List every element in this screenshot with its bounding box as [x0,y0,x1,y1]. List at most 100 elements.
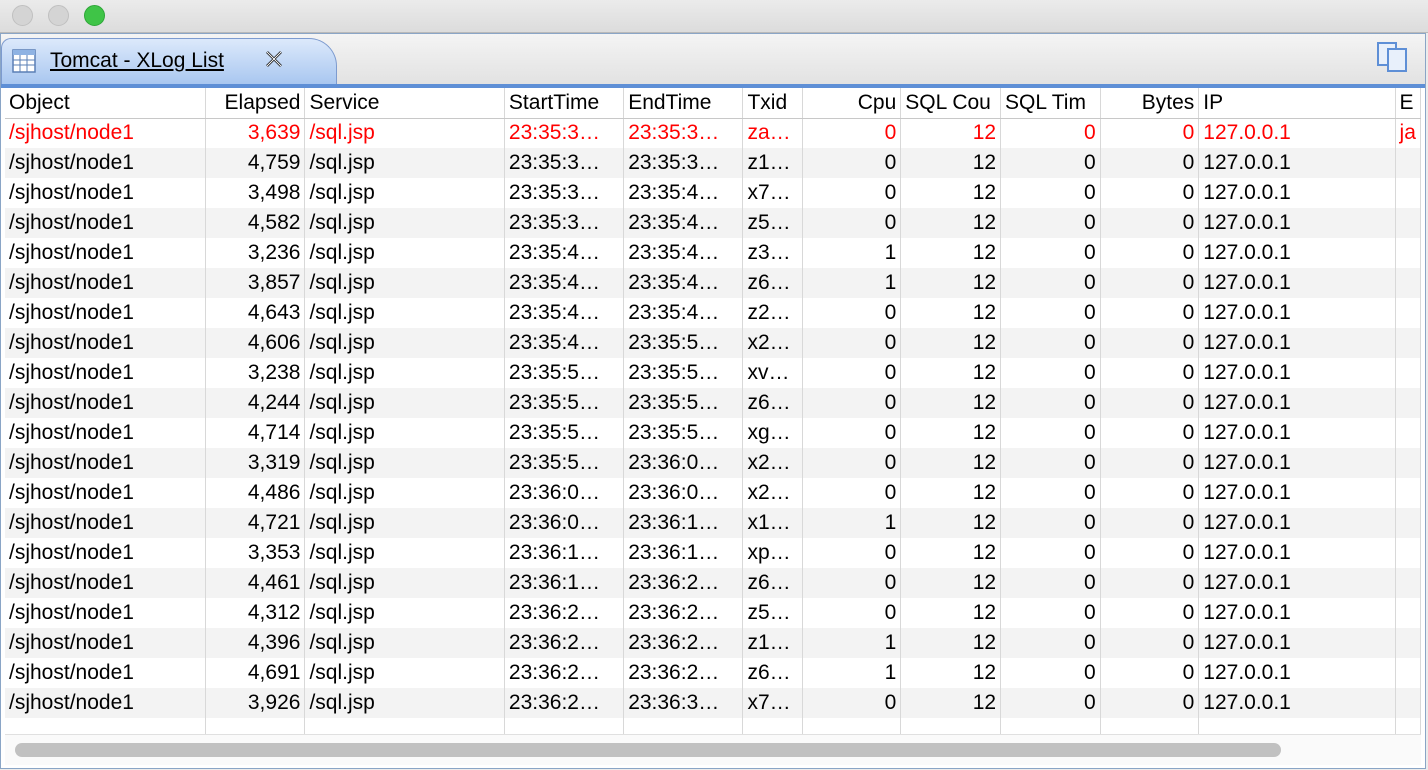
filler-cell [504,718,625,734]
cell-service: /sql.jsp [304,628,505,658]
cell-elapsed: 3,926 [205,688,306,718]
cell-endtime: 23:35:3… [623,118,744,148]
cell-object: /sjhost/node1 [5,538,206,568]
cell-cpu: 0 [802,118,902,148]
cell-service: /sql.jsp [304,148,505,178]
cell-sql-time: 0 [1000,598,1101,628]
cell-bytes: 0 [1100,238,1200,268]
cell-sql-time: 0 [1000,328,1101,358]
cell-ip: 127.0.0.1 [1198,118,1396,148]
cell-service: /sql.jsp [304,508,505,538]
cell-sql-count: 12 [900,418,1002,448]
cell-elapsed: 4,606 [205,328,306,358]
scrollbar-thumb[interactable] [15,743,1281,757]
column-header-sql-time[interactable]: SQL Tim [1000,88,1101,119]
cell-cpu: 0 [802,328,902,358]
cell-cpu: 0 [802,298,902,328]
cell-ip: 127.0.0.1 [1198,568,1396,598]
cell-txid: x7… [742,688,804,718]
close-icon[interactable] [262,47,286,71]
horizontal-scrollbar[interactable] [5,734,1421,765]
table-row[interactable]: /sjhost/node1 3,639/sql.jsp 23:35:3… 23:35:… [5,118,1421,148]
window-titlebar [0,0,1428,33]
column-header-ip[interactable]: IP [1198,88,1396,119]
cell-sql-time: 0 [1000,658,1101,688]
cell-sql-time: 0 [1000,538,1101,568]
close-window-button[interactable] [12,5,33,26]
cell-service: /sql.jsp [304,388,505,418]
column-header-sql-count[interactable]: SQL Cou [900,88,1002,119]
cell-bytes: 0 [1100,328,1200,358]
xlog-table[interactable]: Object Elapsed Service StartTime EndTime… [5,88,1421,734]
column-header-elapsed[interactable]: Elapsed [205,88,306,119]
xlog-table-area[interactable]: Object Elapsed Service StartTime EndTime… [5,88,1421,766]
table-row[interactable]: /sjhost/node1 3,238/sql.jsp 23:35:5… 23:35:… [5,358,1421,388]
column-header-starttime[interactable]: StartTime [504,88,625,119]
zoom-window-button[interactable] [84,5,105,26]
column-header-txid[interactable]: Txid [742,88,804,119]
minimize-window-button[interactable] [48,5,69,26]
table-row[interactable]: /sjhost/node1 4,606/sql.jsp 23:35:4… 23:35:… [5,328,1421,358]
cell-starttime: 23:35:5… [504,448,625,478]
column-header-service[interactable]: Service [304,88,505,119]
cell-starttime: 23:35:3… [504,178,625,208]
cell-ip: 127.0.0.1 [1198,178,1396,208]
cell-txid: z1… [742,148,804,178]
cell-object: /sjhost/node1 [5,328,206,358]
cell-endtime: 23:35:5… [623,358,744,388]
column-header-bytes[interactable]: Bytes [1100,88,1200,119]
table-row[interactable]: /sjhost/node1 4,714/sql.jsp 23:35:5… 23:35:… [5,418,1421,448]
cell-endtime: 23:36:2… [623,628,744,658]
table-row[interactable]: /sjhost/node1 4,312/sql.jsp 23:36:2… 23:36:… [5,598,1421,628]
cell-elapsed: 4,486 [205,478,306,508]
column-header-endtime[interactable]: EndTime [623,88,744,119]
tab-xlog-list[interactable]: Tomcat - XLog List [1,38,337,84]
cell-cpu: 1 [802,238,902,268]
cell-cpu: 0 [802,538,902,568]
cell-extra [1395,268,1421,298]
table-row[interactable]: /sjhost/node1 4,691/sql.jsp 23:36:2… 23:36:… [5,658,1421,688]
cell-ip: 127.0.0.1 [1198,628,1396,658]
cell-starttime: 23:36:2… [504,658,625,688]
cell-ip: 127.0.0.1 [1198,298,1396,328]
column-header-object[interactable]: Object [5,88,206,119]
copy-icon[interactable] [1375,40,1411,74]
table-row[interactable]: /sjhost/node1 4,643/sql.jsp 23:35:4… 23:35:… [5,298,1421,328]
cell-sql-count: 12 [900,148,1002,178]
cell-extra [1395,508,1421,538]
cell-object: /sjhost/node1 [5,448,206,478]
cell-extra [1395,478,1421,508]
table-row[interactable]: /sjhost/node1 4,486/sql.jsp 23:36:0… 23:36:… [5,478,1421,508]
table-row[interactable]: /sjhost/node1 3,926/sql.jsp 23:36:2… 23:36:… [5,688,1421,718]
table-row[interactable]: /sjhost/node1 4,721/sql.jsp 23:36:0… 23:36:… [5,508,1421,538]
cell-cpu: 1 [802,508,902,538]
cell-elapsed: 4,759 [205,148,306,178]
cell-bytes: 0 [1100,568,1200,598]
table-row[interactable]: /sjhost/node1 4,461/sql.jsp 23:36:1… 23:36:… [5,568,1421,598]
cell-sql-count: 12 [900,358,1002,388]
cell-txid: z3… [742,238,804,268]
cell-bytes: 0 [1100,418,1200,448]
column-header-cpu[interactable]: Cpu [802,88,902,119]
column-header-e[interactable]: E [1395,88,1421,119]
table-row[interactable]: /sjhost/node1 4,396/sql.jsp 23:36:2… 23:36:… [5,628,1421,658]
table-row[interactable]: /sjhost/node1 3,498/sql.jsp 23:35:3… 23:35:… [5,178,1421,208]
table-row[interactable]: /sjhost/node1 4,759/sql.jsp 23:35:3… 23:35:… [5,148,1421,178]
table-row[interactable]: /sjhost/node1 3,353/sql.jsp 23:36:1… 23:36:… [5,538,1421,568]
table-row[interactable]: /sjhost/node1 4,244/sql.jsp 23:35:5… 23:35:… [5,388,1421,418]
cell-object: /sjhost/node1 [5,148,206,178]
table-row[interactable]: /sjhost/node1 3,857/sql.jsp 23:35:4… 23:35:… [5,268,1421,298]
cell-sql-count: 12 [900,178,1002,208]
cell-service: /sql.jsp [304,358,505,388]
cell-txid: z6… [742,568,804,598]
table-row[interactable]: /sjhost/node1 3,319/sql.jsp 23:35:5… 23:36:… [5,448,1421,478]
cell-endtime: 23:35:5… [623,418,744,448]
tab-strip: Tomcat - XLog List [1,34,1425,84]
cell-ip: 127.0.0.1 [1198,448,1396,478]
table-row[interactable]: /sjhost/node1 4,582/sql.jsp 23:35:3… 23:35:… [5,208,1421,238]
cell-sql-count: 12 [900,598,1002,628]
cell-sql-count: 12 [900,628,1002,658]
cell-elapsed: 3,319 [205,448,306,478]
table-row[interactable]: /sjhost/node1 3,236/sql.jsp 23:35:4… 23:35:… [5,238,1421,268]
cell-bytes: 0 [1100,538,1200,568]
